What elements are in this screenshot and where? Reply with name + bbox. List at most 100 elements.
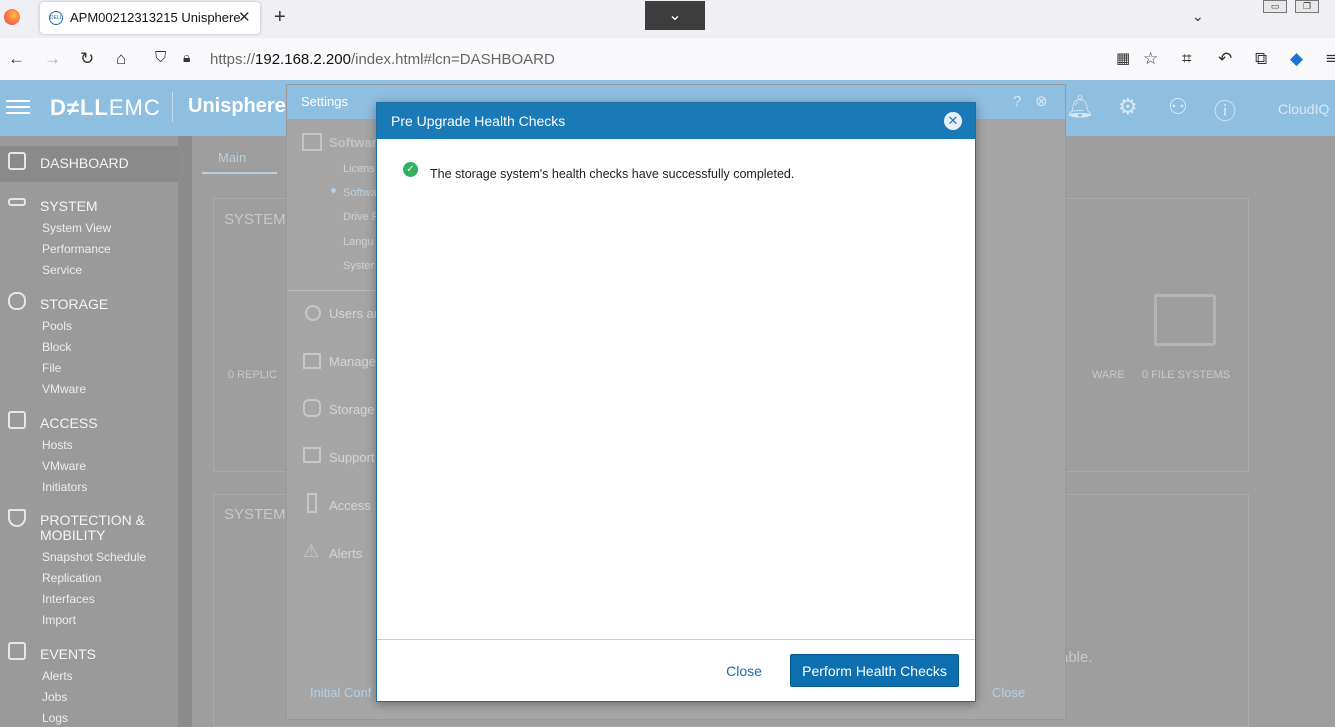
settings-menu-storage[interactable]: Storage [329, 402, 375, 417]
sidebar-item-pools[interactable]: Pools [42, 319, 72, 333]
help-icon[interactable]: ⓘ [1214, 94, 1236, 126]
brand-emc: EMC [108, 95, 161, 120]
sidebar-item-logs[interactable]: Logs [42, 711, 68, 725]
settings-title: Settings [301, 94, 348, 109]
settings-help-icon[interactable]: ? [1013, 93, 1021, 110]
user-icon[interactable]: ⚇ [1168, 94, 1188, 120]
sidebar-item-initiators[interactable]: Initiators [42, 480, 87, 494]
sidebar-section-events[interactable]: EVENTS [40, 646, 96, 662]
back-icon[interactable]: ← [8, 49, 25, 69]
extension-icon[interactable]: ◆ [1290, 49, 1303, 69]
sidebar-section-protection[interactable]: PROTECTION & [40, 512, 145, 528]
sidebar-item-vmware-storage[interactable]: VMware [42, 382, 86, 396]
qr-code-icon[interactable]: ▦ [1116, 49, 1130, 67]
file-systems-count: 0 FILE SYSTEMS [1142, 369, 1231, 381]
perform-health-checks-button[interactable]: Perform Health Checks [790, 654, 959, 687]
settings-sub-software[interactable]: Softwa [343, 187, 377, 199]
support-icon [303, 447, 321, 463]
sidebar-item-jobs[interactable]: Jobs [42, 690, 67, 704]
sidebar-item-snapshot-schedule[interactable]: Snapshot Schedule [42, 550, 146, 564]
software-icon [302, 133, 322, 151]
tab-list-chevron-icon[interactable]: ⌄ [1192, 8, 1204, 25]
browser-nav-bar [0, 38, 1335, 80]
modal-close-icon[interactable]: ✕ [944, 112, 962, 130]
extensions-icon[interactable]: ⧉ [1255, 49, 1267, 69]
collapse-chevron-icon[interactable]: ⌄ [645, 1, 705, 30]
settings-menu-users[interactable]: Users ar [329, 306, 378, 321]
bookmark-star-icon[interactable]: ☆ [1143, 49, 1158, 69]
storage-config-icon [303, 399, 321, 417]
sidebar-item-hosts[interactable]: Hosts [42, 438, 73, 452]
close-button[interactable]: Close [713, 655, 775, 687]
sidebar-scrollbar[interactable] [178, 136, 192, 727]
dell-favicon-icon: DELL [49, 11, 63, 25]
alerts-warning-icon: ⚠ [303, 541, 320, 561]
sidebar-section-storage[interactable]: STORAGE [40, 296, 108, 312]
hamburger-menu-icon[interactable] [6, 96, 30, 116]
url-path: /index.html#lcn=DASHBOARD [350, 51, 555, 68]
settings-menu-support[interactable]: Support [329, 450, 375, 465]
shield-icon[interactable]: ⛉ [155, 49, 166, 66]
settings-menu-software[interactable]: Softwar [329, 135, 377, 150]
ware-label: WARE [1092, 369, 1125, 381]
dell-emc-logo: D≠LLEMC [50, 95, 161, 121]
tab-main-underline [202, 172, 277, 174]
cloudiq-link[interactable]: CloudIQ [1278, 101, 1329, 117]
sidebar-item-file[interactable]: File [42, 361, 61, 375]
home-icon[interactable]: ⌂ [116, 49, 126, 69]
sidebar-item-dashboard[interactable]: DASHBOARD [40, 155, 129, 171]
dashboard-icon [8, 152, 26, 170]
crop-icon[interactable]: ⌗ [1182, 49, 1192, 69]
settings-sub-drive[interactable]: Drive F [343, 211, 378, 223]
settings-close-button[interactable]: Close [992, 685, 1025, 700]
new-tab-icon[interactable]: + [274, 6, 286, 29]
browser-tab[interactable]: DELL APM00212313215 Unisphere ✕ [40, 2, 260, 34]
lock-icon[interactable]: 🔒︎ [183, 49, 190, 66]
header-divider [172, 92, 173, 122]
settings-close-icon[interactable]: ⊗ [1035, 92, 1048, 110]
sidebar-item-performance[interactable]: Performance [42, 242, 111, 256]
health-check-modal: Pre Upgrade Health Checks ✕ ✓ The storag… [376, 102, 976, 702]
settings-gear-icon[interactable]: ⚙ [1118, 94, 1138, 120]
card2-title: SYSTEM [224, 506, 286, 523]
sidebar-item-replication[interactable]: Replication [42, 571, 101, 585]
protection-shield-icon [8, 509, 26, 527]
sidebar-item-block[interactable]: Block [42, 340, 71, 354]
settings-sub-system[interactable]: Syster [343, 260, 374, 272]
settings-divider [287, 290, 375, 291]
notifications-bell-icon[interactable]: 🔔︎ [1066, 94, 1094, 120]
tab-main[interactable]: Main [218, 150, 246, 165]
sidebar-item-alerts[interactable]: Alerts [42, 669, 73, 683]
modal-title: Pre Upgrade Health Checks [391, 113, 566, 129]
forward-icon[interactable]: → [44, 49, 61, 69]
health-check-message: The storage system's health checks have … [430, 167, 795, 181]
undo-icon[interactable]: ↶ [1218, 49, 1232, 69]
replication-count: 0 REPLIC [228, 369, 277, 381]
settings-menu-access[interactable]: Access [329, 498, 371, 513]
sidebar-item-system-view[interactable]: System View [42, 221, 111, 235]
sidebar: DASHBOARD SYSTEM System View Performance… [0, 136, 192, 727]
tab-close-icon[interactable]: ✕ [238, 8, 251, 26]
sidebar-item-service[interactable]: Service [42, 263, 82, 277]
firefox-logo-icon [4, 9, 20, 25]
management-icon [303, 353, 321, 369]
reload-icon[interactable]: ↻ [80, 49, 94, 69]
sidebar-section-protection-line2: MOBILITY [40, 527, 106, 543]
sidebar-item-vmware-access[interactable]: VMware [42, 459, 86, 473]
brand-dell: D≠LL [50, 95, 109, 120]
url-scheme: https:// [210, 51, 256, 68]
settings-sub-licenses[interactable]: Licens [343, 163, 375, 175]
initial-config-link[interactable]: Initial Conf [310, 685, 371, 700]
menu-icon[interactable]: ≡ [1326, 49, 1335, 69]
minimize-window-icon[interactable]: ▭ [1263, 0, 1287, 13]
url-bar[interactable]: https://192.168.2.200/index.html#lcn=DAS… [210, 51, 555, 68]
settings-menu-management[interactable]: Manage [329, 354, 376, 369]
sidebar-section-system[interactable]: SYSTEM [40, 198, 98, 214]
sidebar-item-import[interactable]: Import [42, 613, 76, 627]
users-icon [305, 305, 321, 321]
sidebar-section-access[interactable]: ACCESS [40, 415, 98, 431]
settings-menu-alerts[interactable]: Alerts [329, 546, 362, 561]
settings-sub-language[interactable]: Langu [343, 236, 374, 248]
restore-window-icon[interactable]: ❐ [1295, 0, 1319, 13]
sidebar-item-interfaces[interactable]: Interfaces [42, 592, 95, 606]
